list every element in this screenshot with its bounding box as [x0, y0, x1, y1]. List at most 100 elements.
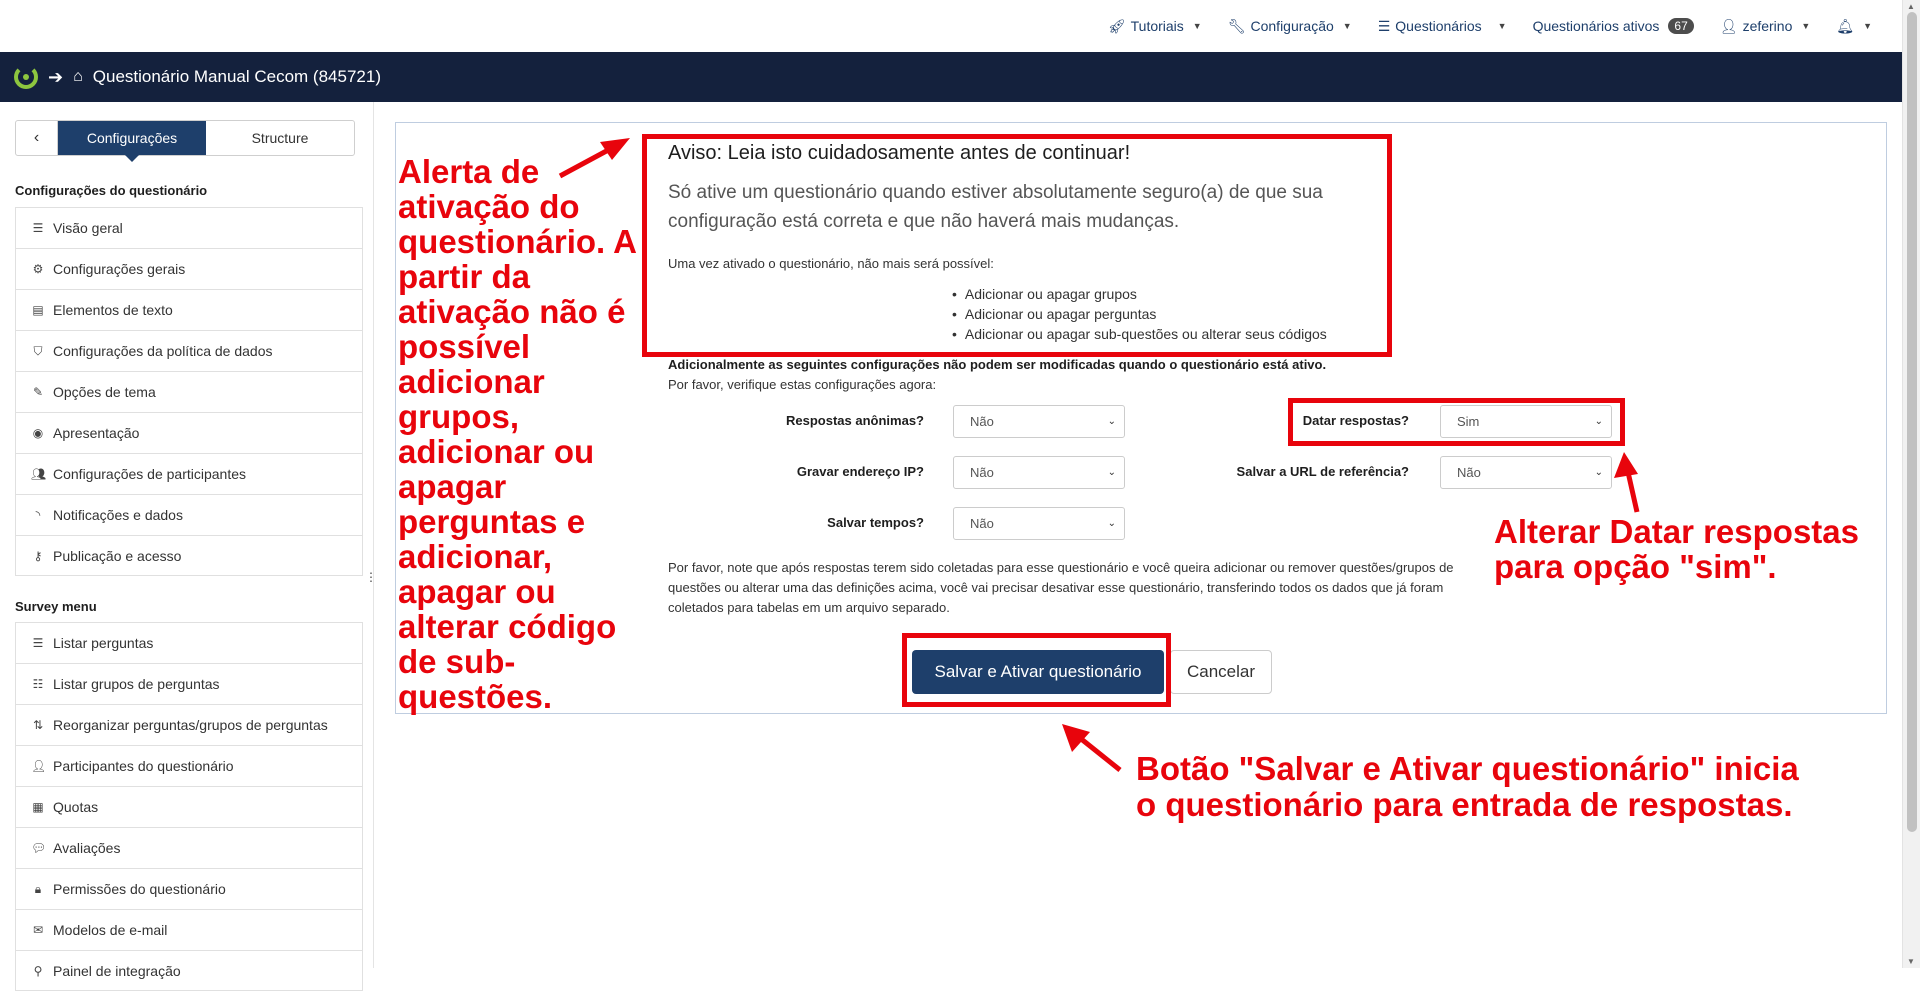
sidebar-item-assessments[interactable]: 💬︎ Avaliações — [15, 827, 363, 868]
shield-icon: ⛉ — [33, 343, 43, 358]
chevron-left-icon: ‹ — [33, 129, 40, 146]
additional-settings-heading: Adicionalmente as seguintes configuraçõe… — [668, 357, 1327, 372]
chevron-down-icon: ⌄ — [1107, 416, 1116, 427]
annotation-date-stamp-line2: para opção "sim". — [1494, 548, 1777, 585]
user-menu[interactable]: 👤︎ zeferino ▼ — [1720, 18, 1811, 35]
tutorials-menu[interactable]: 🚀︎ Tutoriais ▼ — [1108, 18, 1202, 35]
lock-icon: 🔒︎ — [34, 881, 42, 896]
save-button-highlight-box — [902, 633, 1171, 707]
timings-select[interactable]: Não ⌄ — [953, 507, 1125, 540]
user-name: zeferino — [1742, 18, 1793, 34]
sidebar-item-permissions[interactable]: 🔒︎ Permissões do questionário — [15, 868, 363, 909]
page-scrollbar[interactable]: ▲ ▼ — [1902, 0, 1920, 968]
sidebar-item-general-settings[interactable]: ⚙ Configurações gerais — [15, 248, 363, 289]
tutorials-label: Tutoriais — [1130, 18, 1184, 34]
envelope-icon: ✉ — [32, 923, 44, 937]
anonymous-select[interactable]: Não ⌄ — [953, 405, 1125, 438]
deactivation-note: Por favor, note que após respostas terem… — [668, 560, 1454, 615]
annotation-save-line2: o questionário para entrada de respostas… — [1136, 786, 1793, 823]
collapse-sidebar-button[interactable]: ‹ — [16, 121, 58, 155]
list-icon: ☰ — [1377, 17, 1391, 34]
survey-title[interactable]: Questionário Manual Cecom (845721) — [93, 67, 381, 87]
limesurvey-logo-icon[interactable] — [14, 65, 38, 89]
users-icon: 👥︎ — [31, 467, 47, 481]
scroll-up-arrow-icon[interactable]: ▲ — [1907, 2, 1915, 11]
rocket-icon: 🚀︎ — [1107, 17, 1126, 34]
tab-settings[interactable]: Configurações — [58, 121, 206, 162]
list-icon: ☰ — [32, 636, 44, 650]
active-surveys-label: Questionários ativos — [1532, 18, 1660, 34]
sidebar-item-text-elements[interactable]: ▤ Elementos de texto — [15, 289, 363, 330]
bell-icon: 🔔︎ — [1836, 17, 1855, 34]
user-icon: 👤︎ — [31, 759, 47, 773]
referrer-select[interactable]: Não ⌄ — [1440, 456, 1612, 489]
arrow-right-icon: ➔ — [48, 66, 64, 87]
home-icon[interactable]: ⌂ — [73, 68, 83, 86]
sidebar: ‹ Configurações Structure Configurações … — [0, 102, 377, 991]
survey-menu-list: ☰ Listar perguntas ☷ Listar grupos de perg… — [15, 622, 363, 991]
caret-down-icon: ▼ — [1192, 21, 1202, 31]
annotation-save-button: Botão "Salvar e Ativar questionário" ini… — [1136, 751, 1799, 823]
file-text-icon: ▤ — [32, 303, 44, 317]
sidebar-item-reorder[interactable]: ⇅ Reorganizar perguntas/grupos de pergunt… — [15, 704, 363, 745]
active-surveys-link[interactable]: Questionários ativos 67 — [1533, 18, 1694, 34]
sidebar-item-quotas[interactable]: ▦ Quotas — [15, 786, 363, 827]
plug-icon: ⚲ — [33, 963, 43, 978]
sidebar-item-label: Elementos de texto — [53, 302, 173, 318]
sidebar-item-overview[interactable]: ☰ Visão geral — [15, 207, 363, 248]
top-navbar: 🚀︎ Tutoriais ▼ 🔧︎ Configuração ▼ ☰ Quest… — [0, 0, 1902, 52]
additional-settings-note: Por favor, verifique estas configurações… — [668, 377, 937, 392]
sidebar-item-list-groups[interactable]: ☷ Listar grupos de perguntas — [15, 663, 363, 704]
surveys-label: Questionários — [1395, 18, 1482, 34]
sidebar-item-label: Configurações de participantes — [53, 466, 247, 482]
chevron-down-icon: ⌄ — [1107, 467, 1116, 478]
chevron-down-icon: ⌄ — [1594, 467, 1603, 478]
ip-select[interactable]: Não ⌄ — [953, 456, 1125, 489]
survey-menu-heading: Survey menu — [15, 599, 97, 614]
sidebar-item-data-policy[interactable]: ⛉ Configurações da política de dados — [15, 330, 363, 371]
annotation-date-stamp-line1: Alterar Datar respostas — [1494, 513, 1859, 550]
arrow-to-save-button — [1062, 724, 1122, 772]
sidebar-item-label: Avaliações — [53, 840, 121, 856]
scrollbar-thumb[interactable] — [1907, 12, 1917, 832]
sidebar-item-label: Permissões do questionário — [53, 881, 226, 897]
sidebar-item-label: Publicação e acesso — [53, 547, 182, 564]
sidebar-item-integration-panel[interactable]: ⚲ Painel de integração — [15, 950, 363, 991]
sidebar-item-publication-access[interactable]: ⚷ Publicação e acesso — [15, 535, 363, 576]
sidebar-item-theme-options[interactable]: ✎ Opções de tema — [15, 371, 363, 412]
caret-down-icon: ▼ — [1863, 21, 1872, 31]
timings-label: Salvar tempos? — [827, 515, 924, 530]
sidebar-resize-handle[interactable]: ⋮ — [365, 570, 377, 584]
sidebar-item-label: Modelos de e-mail — [53, 922, 168, 938]
ip-value: Não — [970, 465, 994, 480]
user-icon: 👤︎ — [1719, 17, 1738, 34]
surveys-menu[interactable]: ☰ Questionários — [1378, 18, 1482, 35]
sidebar-item-participants[interactable]: 👤︎ Participantes do questionário — [15, 745, 363, 786]
sidebar-item-notifications[interactable]: ◝ Notificações e dados — [15, 494, 363, 535]
key-icon: ⚷ — [33, 548, 43, 563]
sidebar-item-participant-settings[interactable]: 👥︎ Configurações de participantes — [15, 453, 363, 494]
scroll-down-arrow-icon[interactable]: ▼ — [1907, 957, 1915, 966]
cancel-button[interactable]: Cancelar — [1170, 650, 1272, 694]
referrer-value: Não — [1457, 465, 1481, 480]
gears-icon: ⚙ — [32, 262, 44, 276]
chevron-down-icon: ⌄ — [1107, 518, 1116, 529]
configuration-menu[interactable]: 🔧︎ Configuração ▼ — [1228, 18, 1352, 35]
tasks-icon: ▦ — [32, 800, 44, 814]
sidebar-item-email-templates[interactable]: ✉ Modelos de e-mail — [15, 909, 363, 950]
eye-slash-icon: ◉ — [32, 426, 44, 440]
survey-settings-list: ☰ Visão geral ⚙ Configurações gerais ▤ Elem… — [15, 207, 363, 576]
annotation-date-stamp: Alterar Datar respostas para opção "sim"… — [1494, 514, 1859, 584]
sidebar-item-label: Apresentação — [53, 425, 140, 441]
sidebar-item-presentation[interactable]: ◉ Apresentação — [15, 412, 363, 453]
surveys-dropdown-toggle[interactable]: ▼ — [1498, 21, 1507, 31]
sidebar-item-label: Configurações gerais — [53, 261, 186, 277]
sidebar-item-list-questions[interactable]: ☰ Listar perguntas — [15, 622, 363, 663]
survey-settings-heading: Configurações do questionário — [15, 183, 208, 198]
sidebar-item-label: Listar grupos de perguntas — [53, 676, 220, 692]
sidebar-item-label: Participantes do questionário — [53, 758, 234, 774]
th-list-icon: ☷ — [32, 677, 44, 691]
sidebar-item-label: Reorganizar perguntas/grupos de pergunta… — [53, 717, 328, 733]
notifications-menu[interactable]: 🔔︎ ▼ — [1836, 18, 1872, 35]
tab-structure[interactable]: Structure — [206, 121, 354, 155]
